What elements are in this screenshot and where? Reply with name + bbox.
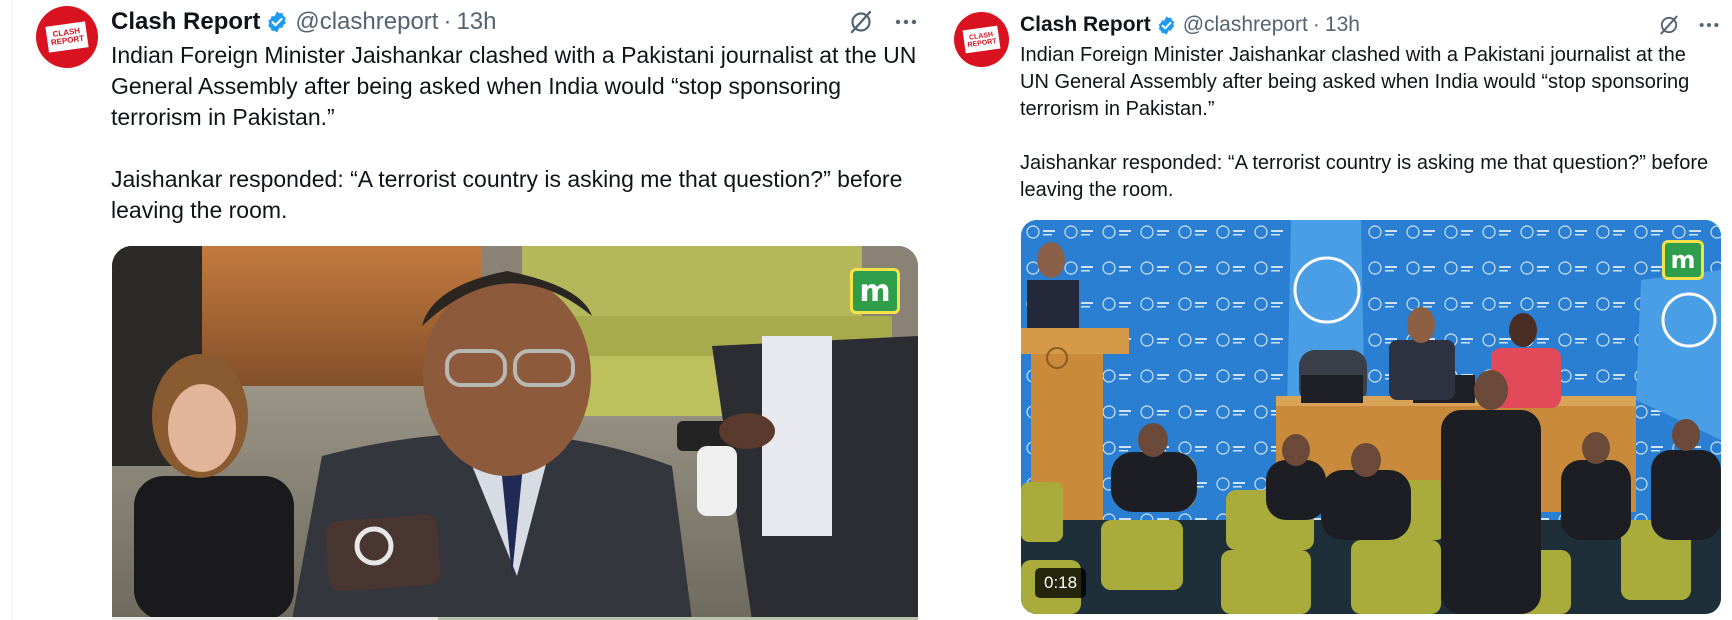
avatar[interactable]: CLASH REPORT bbox=[36, 6, 98, 68]
watermark-logo: m bbox=[850, 268, 900, 314]
watermark-logo: m bbox=[1662, 240, 1704, 280]
avatar[interactable]: CLASH REPORT bbox=[954, 12, 1009, 67]
separator: · bbox=[1312, 13, 1320, 36]
video-frame bbox=[112, 246, 918, 620]
timestamp[interactable]: 13h bbox=[456, 8, 496, 36]
avatar-logo: CLASH REPORT bbox=[45, 21, 89, 53]
video-frame bbox=[1021, 220, 1721, 614]
timeline: CLASH REPORT Clash Report @clashreport ·… bbox=[0, 0, 1732, 620]
tweet-text: Indian Foreign Minister Jaishankar clash… bbox=[111, 40, 926, 226]
avatar-logo: CLASH REPORT bbox=[962, 25, 1001, 54]
grok-icon[interactable] bbox=[848, 9, 874, 35]
separator: · bbox=[443, 8, 452, 35]
tweet-paragraph: Jaishankar responded: “A terrorist count… bbox=[111, 166, 903, 223]
tweet-paragraph: Indian Foreign Minister Jaishankar clash… bbox=[111, 42, 917, 130]
author-handle[interactable]: @clashreport bbox=[295, 8, 438, 36]
verified-badge-icon[interactable] bbox=[265, 10, 289, 34]
more-icon[interactable] bbox=[1698, 14, 1720, 36]
tweet-paragraph: Jaishankar responded: “A terrorist count… bbox=[1020, 152, 1709, 201]
video-player[interactable]: m 0:18 bbox=[1021, 220, 1721, 614]
tweet-actions bbox=[848, 6, 918, 38]
tweet-header: Clash Report @clashreport · 13h bbox=[1020, 11, 1360, 39]
tweet-header: Clash Report @clashreport · 13h bbox=[111, 6, 497, 38]
author-name[interactable]: Clash Report bbox=[111, 8, 260, 36]
timestamp[interactable]: 13h bbox=[1325, 13, 1360, 37]
tweet-text: Indian Foreign Minister Jaishankar clash… bbox=[1020, 42, 1720, 204]
grok-icon[interactable] bbox=[1658, 14, 1680, 36]
more-icon[interactable] bbox=[894, 10, 918, 34]
video-player[interactable]: m bbox=[112, 246, 918, 620]
column-border bbox=[11, 0, 12, 620]
verified-badge-icon[interactable] bbox=[1156, 15, 1177, 36]
tweet-paragraph: Indian Foreign Minister Jaishankar clash… bbox=[1020, 44, 1690, 120]
video-duration: 0:18 bbox=[1035, 568, 1087, 598]
tweet-actions bbox=[1658, 11, 1720, 39]
author-name[interactable]: Clash Report bbox=[1020, 13, 1151, 37]
author-handle[interactable]: @clashreport bbox=[1183, 13, 1308, 37]
